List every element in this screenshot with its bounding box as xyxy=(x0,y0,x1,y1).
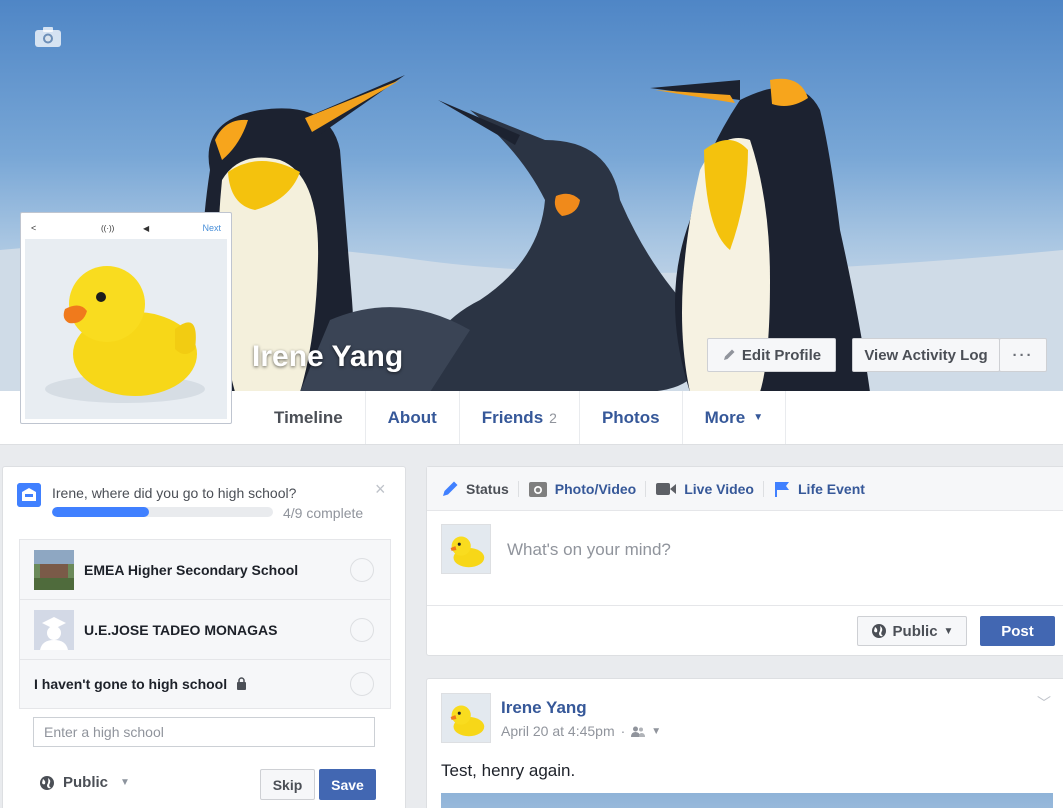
composer-tab-label: Status xyxy=(466,480,509,497)
separator: · xyxy=(620,723,626,739)
post-image[interactable] xyxy=(441,793,1053,808)
friends-icon xyxy=(631,726,646,737)
tab-more[interactable]: More ▼ xyxy=(683,391,787,444)
more-options-button[interactable]: ··· xyxy=(999,338,1047,372)
post-options-icon[interactable]: ﹀ xyxy=(1037,693,1051,713)
close-icon[interactable]: × xyxy=(375,479,386,500)
profile-picture-image: < ((·)) ◀ Next xyxy=(25,217,227,419)
prompt-question: Irene, where did you go to high school? xyxy=(52,485,297,501)
composer-tab-photo-video[interactable]: Photo/Video xyxy=(528,480,636,498)
tab-label: Timeline xyxy=(274,407,343,427)
chevron-down-icon: ▼ xyxy=(120,777,130,788)
separator xyxy=(517,480,519,497)
pencil-icon xyxy=(723,349,735,360)
tab-label: Friends xyxy=(481,407,544,427)
audience-label: Public xyxy=(63,774,109,791)
high-school-input[interactable] xyxy=(33,717,375,747)
progress-bar xyxy=(52,507,273,517)
progress-text: 4/9 complete xyxy=(283,505,364,521)
status-input[interactable]: What's on your mind? xyxy=(507,540,671,560)
separator xyxy=(763,480,764,497)
tab-label: About xyxy=(387,407,437,427)
tab-label: Photos xyxy=(601,407,660,427)
next-link[interactable]: Next xyxy=(202,223,221,233)
post-author[interactable]: Irene Yang xyxy=(501,698,587,718)
school-icon xyxy=(17,483,41,507)
globe-icon xyxy=(871,624,886,638)
tab-timeline[interactable]: Timeline xyxy=(252,391,366,444)
chevron-down-icon: ▼ xyxy=(943,625,954,637)
no-high-school-option[interactable]: I haven't gone to high school xyxy=(20,660,390,708)
post-timestamp[interactable]: April 20 at 4:45pm xyxy=(501,723,615,739)
separator xyxy=(645,480,647,497)
pencil-icon xyxy=(443,481,458,496)
speaker-icon: ◀ xyxy=(143,223,150,233)
post-meta: April 20 at 4:45pm · ▼ xyxy=(501,723,661,739)
graduate-icon xyxy=(34,609,74,650)
chevron-down-icon[interactable]: ▼ xyxy=(651,726,661,737)
skip-button[interactable]: Skip xyxy=(260,769,315,800)
composer-tab-label: Life Event xyxy=(798,480,865,497)
audience-selector[interactable]: Public ▼ xyxy=(39,774,130,791)
save-button[interactable]: Save xyxy=(319,769,376,800)
post-composer: Status Photo/Video Live Video Life Event… xyxy=(426,466,1063,656)
school-option-label: I haven't gone to high school xyxy=(34,676,247,692)
composer-tab-status[interactable]: Status xyxy=(441,480,509,498)
friends-count: 2 xyxy=(549,409,557,426)
school-option-radio[interactable] xyxy=(350,672,374,696)
audience-label: Public xyxy=(892,622,938,640)
rubber-duck-image xyxy=(45,266,205,403)
composer-footer: Public ▼ Post xyxy=(427,605,1063,657)
composer-tab-live-video[interactable]: Live Video xyxy=(655,481,754,497)
view-activity-log-button[interactable]: View Activity Log xyxy=(852,338,1000,372)
globe-icon xyxy=(40,775,54,790)
school-option-radio[interactable] xyxy=(350,617,374,642)
option-text: I haven't gone to high school xyxy=(34,676,228,692)
composer-tab-life-event[interactable]: Life Event xyxy=(773,480,865,498)
avatar[interactable] xyxy=(441,693,491,743)
profile-name: Irene Yang xyxy=(252,340,404,373)
camera-icon[interactable] xyxy=(34,26,62,48)
audience-selector[interactable]: Public ▼ xyxy=(857,616,967,646)
edit-profile-button[interactable]: Edit Profile xyxy=(707,338,836,372)
vibrate-icon: ((·)) xyxy=(101,223,115,233)
composer-tabs: Status Photo/Video Live Video Life Event xyxy=(427,467,1063,511)
video-icon xyxy=(656,482,677,495)
edit-profile-label: Edit Profile xyxy=(741,346,822,364)
lock-icon xyxy=(237,677,246,690)
school-option-label: EMEA Higher Secondary School xyxy=(84,561,299,578)
photo-viewer-bar: < ((·)) ◀ Next xyxy=(25,217,227,239)
composer-tab-label: Photo/Video xyxy=(554,480,637,497)
school-option-radio[interactable] xyxy=(350,557,374,582)
post-text: Test, henry again. xyxy=(441,761,576,780)
camera-icon xyxy=(528,481,547,497)
school-option-label: U.E.JOSE TADEO MONAGAS xyxy=(84,621,278,638)
school-option[interactable]: EMEA Higher Secondary School xyxy=(20,540,390,600)
flag-icon xyxy=(775,481,789,497)
progress-fill xyxy=(52,507,150,517)
post-button[interactable]: Post xyxy=(980,616,1055,646)
avatar xyxy=(441,524,491,574)
school-thumbnail xyxy=(34,549,74,590)
composer-tab-label: Live Video xyxy=(684,480,754,497)
tab-friends[interactable]: Friends 2 xyxy=(460,391,580,444)
tab-photos[interactable]: Photos xyxy=(580,391,683,444)
chevron-down-icon: ▼ xyxy=(753,412,764,423)
timeline-post: Irene Yang April 20 at 4:45pm · ▼ ﹀ Test… xyxy=(426,678,1063,808)
school-option[interactable]: U.E.JOSE TADEO MONAGAS xyxy=(20,600,390,660)
back-icon[interactable]: < xyxy=(31,223,36,233)
tab-about[interactable]: About xyxy=(366,391,460,444)
tab-label: More xyxy=(704,407,746,427)
school-options: EMEA Higher Secondary School U.E.JOSE TA… xyxy=(19,539,391,709)
profile-picture[interactable]: < ((·)) ◀ Next xyxy=(20,212,232,424)
high-school-prompt-card: Irene, where did you go to high school? … xyxy=(2,466,406,808)
